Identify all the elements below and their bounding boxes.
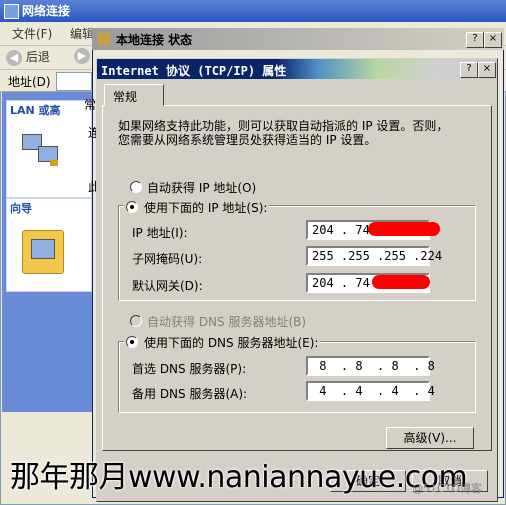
network-connections-titlebar: 网络连接	[0, 0, 506, 22]
tcpip-help-button[interactable]: ?	[460, 62, 478, 78]
default-gateway-label: 默认网关(D):	[132, 279, 203, 293]
address-input[interactable]	[56, 72, 92, 91]
tcpip-properties-titlebar: Internet 协议 (TCP/IP) 属性	[97, 59, 497, 79]
site-watermark: 那年那月www.naniannayue.com	[10, 460, 468, 495]
tab-general[interactable]: 常规	[104, 84, 164, 106]
wizard-icon	[22, 230, 64, 274]
tcpip-close-button[interactable]: ×	[478, 62, 496, 78]
ip-manual-radio[interactable]	[126, 201, 138, 213]
forward-button[interactable]: ▶	[74, 48, 90, 64]
back-button[interactable]: ◀ 后退	[6, 48, 50, 66]
forward-arrow-icon: ▶	[74, 48, 90, 64]
network-folder-icon	[4, 4, 19, 19]
address-label: 地址(D)	[8, 75, 51, 89]
status-close-button[interactable]: ×	[484, 32, 502, 48]
local-connection-status-titlebar: 本地连接 状态	[92, 28, 504, 50]
back-arrow-icon: ◀	[6, 50, 22, 66]
task-pane: LAN 或高 向导	[2, 92, 92, 412]
dns-manual-radio[interactable]	[126, 336, 138, 348]
subnet-mask-field[interactable]: 255 .255 .255 .224	[306, 246, 442, 266]
dns-manual-option[interactable]: 使用下面的 DNS 服务器地址(E):	[124, 334, 321, 351]
dns-auto-radio	[130, 315, 142, 327]
dns-secondary-label: 备用 DNS 服务器(A):	[132, 387, 248, 401]
ip-auto-radio[interactable]	[130, 181, 142, 193]
blog-watermark: @51CTO博客	[412, 482, 483, 495]
local-connection-status-title: 本地连接 状态	[116, 33, 193, 47]
lan-section-heading: LAN 或高	[10, 104, 61, 117]
dns-secondary-field[interactable]: 4 . 4 . 4 . 4	[306, 381, 435, 401]
tab-general-label: 常规	[113, 90, 138, 104]
ip-address-label: IP 地址(I):	[132, 226, 188, 240]
menu-file[interactable]: 文件(F)	[12, 25, 52, 42]
dns-primary-field[interactable]: 8 . 8 . 8 . 8	[306, 356, 435, 376]
network-connection-icon	[98, 33, 110, 45]
ip-auto-label[interactable]: 自动获得 IP 地址(O)	[147, 179, 256, 196]
tcpip-properties-title: Internet 协议 (TCP/IP) 属性	[101, 64, 287, 78]
subnet-mask-label: 子网掩码(U):	[132, 252, 203, 266]
ip-address-redaction	[368, 222, 440, 236]
dns-manual-label: 使用下面的 DNS 服务器地址(E):	[144, 336, 319, 350]
description-line-2: 您需要从网络系统管理员处获得适当的 IP 设置。	[118, 133, 377, 147]
back-button-label: 后退	[25, 50, 50, 64]
network-computers-icon	[20, 132, 60, 168]
dns-auto-label: 自动获得 DNS 服务器地址(B)	[147, 315, 307, 329]
ip-manual-option[interactable]: 使用下面的 IP 地址(S):	[124, 199, 270, 216]
dns-settings-group	[118, 341, 476, 413]
wizard-section-heading: 向导	[10, 202, 32, 215]
dns-primary-label: 首选 DNS 服务器(P):	[132, 362, 247, 376]
network-connections-title: 网络连接	[22, 4, 71, 18]
status-tab-partial[interactable]: 常	[84, 96, 96, 113]
ip-manual-label: 使用下面的 IP 地址(S):	[144, 201, 268, 215]
advanced-button[interactable]: 高级(V)...	[386, 427, 474, 449]
gateway-redaction	[372, 275, 430, 289]
status-help-button[interactable]: ?	[466, 32, 484, 48]
